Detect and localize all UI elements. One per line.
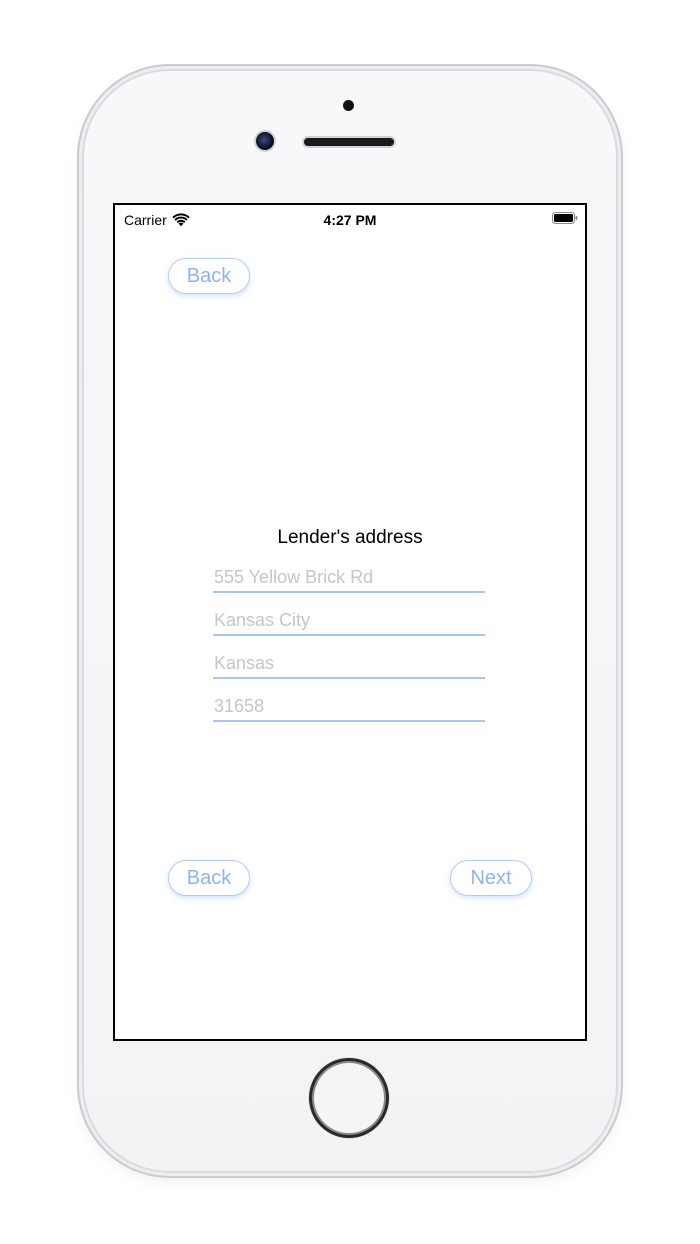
- street-input[interactable]: [213, 565, 485, 591]
- power-button: [616, 306, 622, 386]
- status-time: 4:27 PM: [323, 212, 377, 228]
- home-button[interactable]: [309, 1058, 389, 1138]
- earpiece-speaker: [304, 138, 394, 146]
- status-bar: Carrier 4:27 PM: [115, 205, 585, 231]
- app-screen: Carrier 4:27 PM Back Lender's address 55…: [113, 203, 587, 1041]
- proximity-sensor: [343, 100, 354, 111]
- top-back-button[interactable]: Back: [168, 258, 250, 294]
- zip-field[interactable]: [213, 694, 485, 722]
- next-button[interactable]: Next: [450, 860, 532, 896]
- state-input[interactable]: [213, 651, 485, 677]
- state-field[interactable]: [213, 651, 485, 679]
- zip-input[interactable]: [213, 694, 485, 720]
- device-stage: Carrier 4:27 PM Back Lender's address 55…: [0, 0, 700, 1244]
- front-camera-icon: [256, 132, 274, 150]
- city-field[interactable]: [213, 608, 485, 636]
- bottom-back-button[interactable]: Back: [168, 860, 250, 896]
- page-title: Lender's address: [277, 527, 423, 548]
- battery-full-icon: [552, 212, 578, 224]
- city-input[interactable]: [213, 608, 485, 634]
- street-field[interactable]: [213, 565, 485, 593]
